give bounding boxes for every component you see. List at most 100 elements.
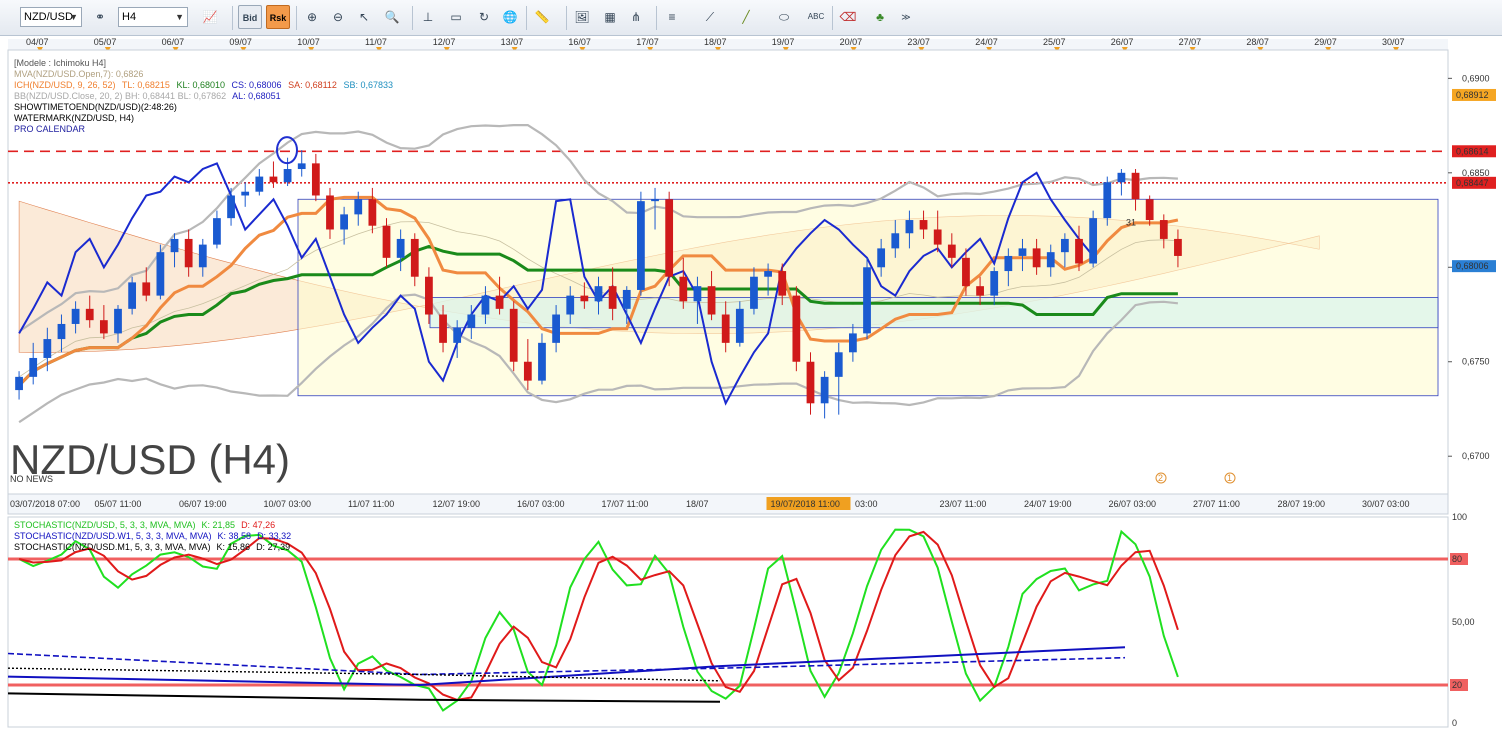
candle <box>721 314 730 343</box>
candle <box>1159 220 1168 239</box>
top-date-label: 28/07 <box>1246 37 1269 47</box>
candle <box>877 248 886 268</box>
candle <box>198 244 207 268</box>
candle <box>255 176 264 192</box>
candle <box>707 286 716 315</box>
candle <box>594 286 603 302</box>
zoom-out-icon[interactable]: ⊖ <box>328 7 348 27</box>
stochastic-legend-d: D: 33,32 <box>257 531 291 541</box>
candle <box>396 238 405 258</box>
legend-ich-sb: SB: 0,67833 <box>343 80 393 90</box>
link-icon[interactable]: ⚭ <box>90 7 110 27</box>
abc-icon[interactable]: ABC <box>806 7 826 27</box>
symbol-select[interactable]: NZD/USD ▼ <box>20 7 82 27</box>
candle <box>15 376 23 391</box>
bid-button[interactable]: Bid <box>238 5 262 29</box>
candle <box>693 286 702 302</box>
candle <box>834 352 843 377</box>
legend-ich-kl: KL: 0,68010 <box>176 80 225 90</box>
image-icon[interactable]: 🖼 <box>572 7 592 27</box>
trading-chart-app: NZD/USD ▼ ⚭ H4 ▼ 📈 Bid Rsk ⊕ ⊖ ↖ 🔍 ⊥ ▭ ↻ 🌐… <box>0 0 1502 729</box>
top-date-bar <box>8 39 1448 50</box>
stochastic-tick-label: 100 <box>1452 512 1467 522</box>
stochastic-tick-label: 20 <box>1452 680 1462 690</box>
candle <box>990 271 999 296</box>
candle <box>99 320 108 334</box>
no-news-label: NO NEWS <box>10 474 53 484</box>
top-date-label: 30/07 <box>1382 37 1405 47</box>
zoom-in-icon[interactable]: ⊕ <box>302 7 322 27</box>
timeframe-select[interactable]: H4 ▼ <box>118 7 188 27</box>
refresh-icon[interactable]: ↻ <box>474 7 494 27</box>
grid-icon[interactable]: ▦ <box>600 7 620 27</box>
top-date-label: 13/07 <box>501 37 524 47</box>
top-date-label: 09/07 <box>229 37 252 47</box>
ask-button[interactable]: Rsk <box>266 5 290 29</box>
candle <box>227 195 235 219</box>
zoom-icon[interactable]: 🔍 <box>382 7 402 27</box>
candle <box>481 295 490 315</box>
price-tag-label: 0,68447 <box>1456 178 1489 188</box>
ellipse-icon[interactable]: ⬭ <box>774 7 794 27</box>
candle <box>665 199 674 277</box>
stochastic-legend: STOCHASTIC(NZD/USD, 5, 3, 3, MVA, MVA) K:… <box>14 520 291 552</box>
legend-mva: MVA(NZD/USD.Open,7): 0,6826 <box>14 69 143 79</box>
legend-showtime: SHOWTIMETOEND(NZD/USD)(2:48:26) <box>14 102 177 112</box>
legend-bb: BB(NZD/USD.Close, 20, 2) BH: 0,68441 BL:… <box>14 91 226 101</box>
toolbar: NZD/USD ▼ ⚭ H4 ▼ 📈 Bid Rsk ⊕ ⊖ ↖ 🔍 ⊥ ▭ ↻ 🌐… <box>0 0 1502 36</box>
symbol-value: NZD/USD <box>24 11 73 23</box>
candle <box>269 176 278 183</box>
event-number: 2 <box>1158 473 1163 483</box>
stochastic-legend-entry: STOCHASTIC(NZD/USD.W1, 5, 3, 3, MVA, MVA… <box>14 531 291 541</box>
eraser-icon[interactable]: ⌫ <box>838 7 858 27</box>
candle <box>1117 172 1126 183</box>
candle <box>1004 255 1013 272</box>
candle <box>820 376 829 404</box>
candle <box>806 361 815 404</box>
candle <box>891 233 900 249</box>
bottom-date-label: 16/07 03:00 <box>517 499 565 509</box>
stochastic-legend-name: STOCHASTIC(NZD/USD.M1, 5, 3, 3, MVA, MVA… <box>14 542 211 552</box>
chart-type-icon[interactable]: 📈 <box>200 7 220 27</box>
chevron-down-icon: ▼ <box>69 12 78 22</box>
candle <box>764 271 772 277</box>
candle <box>114 308 122 334</box>
bottom-date-label: 23/07 11:00 <box>940 499 987 509</box>
line-tool-icon[interactable]: ⊥ <box>418 7 438 27</box>
price-tag-label: 0,68006 <box>1456 261 1489 271</box>
stochastic-legend-d: D: 27,39 <box>256 542 290 552</box>
top-date-label: 27/07 <box>1179 37 1202 47</box>
stochastic-tick-label: 80 <box>1452 554 1462 564</box>
bottom-date-label: 10/07 03:00 <box>264 499 312 509</box>
candle <box>679 276 688 302</box>
candle <box>848 333 857 353</box>
candle <box>863 267 871 334</box>
tree-icon[interactable]: ♣ <box>870 7 890 27</box>
trend-line-icon[interactable]: ╱ <box>736 7 756 27</box>
candle <box>778 271 787 296</box>
globe-icon[interactable]: 🌐 <box>500 7 520 27</box>
legend-model: [Modele : Ichimoku H4] <box>14 58 106 68</box>
bottom-date-label: 03:00 <box>855 499 878 509</box>
candle <box>735 308 744 343</box>
lines-icon[interactable]: ≡ <box>662 7 682 27</box>
bottom-date-label: 28/07 19:00 <box>1278 499 1326 509</box>
price-tag-label: 0,68912 <box>1456 90 1489 100</box>
candle <box>326 195 334 230</box>
pitchfork-icon[interactable]: ⋔ <box>626 7 646 27</box>
candle <box>43 339 52 358</box>
candle <box>85 308 94 321</box>
more-icon[interactable]: ≫ <box>896 7 916 27</box>
chart-area[interactable]: 04/07 05/07 06/07 09/07 10/07 11/07 12/07 13/07… <box>0 36 1502 729</box>
ruler-icon[interactable]: 📏 <box>532 7 552 27</box>
price-axis: 0,69000,68500,68000,67500,67000,689120,6… <box>1448 73 1496 461</box>
candle <box>368 199 377 226</box>
stochastic-legend-name: STOCHASTIC(NZD/USD.W1, 5, 3, 3, MVA, MVA… <box>14 531 212 541</box>
fan-icon[interactable]: ⟋ <box>700 7 720 27</box>
candle <box>340 214 349 230</box>
bottom-date-label: 26/07 03:00 <box>1109 499 1157 509</box>
text-tool-icon[interactable]: ▭ <box>446 7 466 27</box>
cursor-icon[interactable]: ↖ <box>354 7 374 27</box>
chevron-down-icon: ▼ <box>175 12 184 22</box>
candle <box>580 295 589 302</box>
